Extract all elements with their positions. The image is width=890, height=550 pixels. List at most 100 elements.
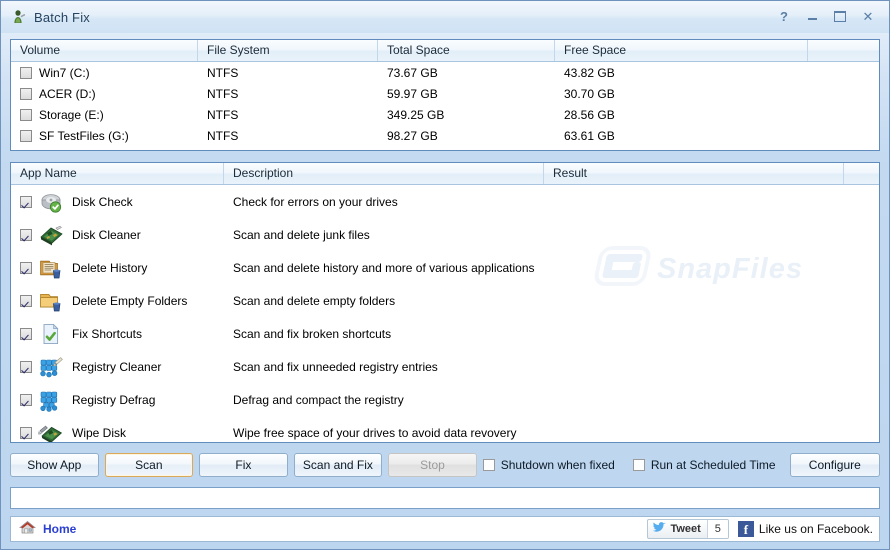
- volume-file-system-cell: NTFS: [207, 65, 239, 80]
- volume-row[interactable]: Win7 (C:) NTFS 73.67 GB 43.82 GB: [11, 62, 879, 83]
- fix-button[interactable]: Fix: [199, 453, 288, 477]
- volume-file-system-cell: NTFS: [207, 107, 239, 122]
- apps-panel: App Name Description Result Disk Check Ch…: [10, 162, 880, 443]
- column-header-file-system[interactable]: File System: [198, 40, 378, 61]
- volume-free-space-cell: 28.56 GB: [564, 107, 615, 122]
- hard-drive-check-icon: [38, 190, 64, 214]
- app-row[interactable]: Wipe Disk Wipe free space of your drives …: [11, 416, 879, 442]
- scan-button[interactable]: Scan: [104, 453, 194, 477]
- app-description-cell: Defrag and compact the registry: [233, 392, 404, 407]
- app-enabled-checkbox[interactable]: [20, 360, 32, 373]
- run-at-scheduled-time-checkbox[interactable]: [632, 459, 645, 471]
- volume-row[interactable]: SF TestFiles (G:) NTFS 98.27 GB 63.61 GB: [11, 125, 879, 146]
- app-description-cell: Scan and delete junk files: [233, 227, 370, 242]
- volume-name-cell: Win7 (C:): [11, 66, 198, 80]
- volume-checkbox[interactable]: [20, 66, 32, 79]
- app-name-label: Registry Cleaner: [72, 359, 162, 374]
- facebook-icon: f: [737, 521, 754, 537]
- help-button[interactable]: ?: [771, 5, 797, 27]
- house-icon: [19, 520, 36, 538]
- app-name-cell: Registry Cleaner: [11, 355, 224, 379]
- column-header-result[interactable]: Result: [544, 163, 844, 184]
- app-row[interactable]: Delete Empty Folders Scan and delete empt…: [11, 284, 879, 317]
- app-row[interactable]: Disk Check Check for errors on your drive…: [11, 185, 879, 218]
- minimize-button[interactable]: [799, 5, 825, 27]
- app-name-cell: Wipe Disk: [11, 421, 224, 442]
- shutdown-when-fixed-label: Shutdown when fixed: [500, 458, 615, 472]
- volume-name-cell: Storage (E:): [11, 108, 198, 122]
- volume-name-label: ACER (D:): [39, 86, 96, 101]
- column-header-app-name[interactable]: App Name: [11, 163, 224, 184]
- app-enabled-checkbox[interactable]: [20, 228, 32, 241]
- app-row[interactable]: Registry Cleaner Scan and fix unneeded re…: [11, 350, 879, 383]
- tweet-count-badge[interactable]: 5: [706, 520, 728, 538]
- app-row[interactable]: Registry Defrag Defrag and compact the re…: [11, 383, 879, 416]
- show-app-button[interactable]: Show App: [10, 453, 99, 477]
- tweet-button-main[interactable]: Tweet: [648, 520, 706, 538]
- run-at-scheduled-time-option[interactable]: Run at Scheduled Time: [632, 458, 776, 472]
- volume-checkbox[interactable]: [20, 129, 32, 142]
- app-description-cell: Scan and delete history and more of vari…: [233, 260, 535, 275]
- empty-folder-icon: [38, 289, 64, 313]
- volume-total-space-cell: 98.27 GB: [387, 128, 438, 143]
- volume-name-label: Storage (E:): [39, 107, 104, 122]
- app-row[interactable]: Delete History Scan and delete history an…: [11, 251, 879, 284]
- registry-blocks-brush-icon: [38, 355, 64, 379]
- volume-name-label: Win7 (C:): [39, 65, 90, 80]
- tweet-button[interactable]: Tweet 5: [647, 519, 729, 539]
- action-button-bar: Show App Scan Fix Scan and Fix Stop Shut…: [10, 450, 881, 480]
- facebook-like-link[interactable]: f Like us on Facebook.: [737, 521, 873, 537]
- app-name-cell: Delete Empty Folders: [11, 289, 224, 313]
- maximize-button[interactable]: [827, 5, 853, 27]
- app-enabled-checkbox[interactable]: [20, 426, 32, 439]
- app-description-cell: Scan and delete empty folders: [233, 293, 396, 308]
- app-name-cell: Registry Defrag: [11, 388, 224, 412]
- footer-bar: Home Tweet 5 f Like us on Facebook.: [10, 516, 880, 542]
- app-enabled-checkbox[interactable]: [20, 195, 32, 208]
- column-header-volume[interactable]: Volume: [11, 40, 198, 61]
- volume-name-cell: ACER (D:): [11, 87, 198, 101]
- volume-checkbox[interactable]: [20, 87, 32, 100]
- app-name-label: Delete History: [72, 260, 148, 275]
- column-header-volume-spacer[interactable]: [808, 40, 879, 61]
- facebook-like-label: Like us on Facebook.: [758, 522, 873, 536]
- app-name-label: Registry Defrag: [72, 392, 156, 407]
- close-button[interactable]: ✕: [855, 5, 881, 27]
- home-link-label: Home: [43, 522, 77, 536]
- window-controls: ? ✕: [771, 5, 881, 27]
- app-row[interactable]: Disk Cleaner Scan and delete junk files: [11, 218, 879, 251]
- app-enabled-checkbox[interactable]: [20, 261, 32, 274]
- app-row[interactable]: Fix Shortcuts Scan and fix broken shortcu…: [11, 317, 879, 350]
- scan-and-fix-button[interactable]: Scan and Fix: [293, 453, 383, 477]
- app-name-label: Wipe Disk: [72, 425, 127, 440]
- registry-blocks-icon: [38, 388, 64, 412]
- app-name-label: Fix Shortcuts: [72, 326, 143, 341]
- home-link[interactable]: Home: [15, 520, 76, 538]
- volume-free-space-cell: 30.70 GB: [564, 86, 615, 101]
- shutdown-when-fixed-option[interactable]: Shutdown when fixed: [482, 458, 615, 472]
- wipe-disk-icon: [38, 421, 64, 442]
- run-at-scheduled-time-label: Run at Scheduled Time: [650, 458, 776, 472]
- app-enabled-checkbox[interactable]: [20, 294, 32, 307]
- volume-free-space-cell: 63.61 GB: [564, 128, 615, 143]
- stop-button: Stop: [388, 453, 477, 477]
- app-description-cell: Scan and fix broken shortcuts: [233, 326, 392, 341]
- app-enabled-checkbox[interactable]: [20, 393, 32, 406]
- app-name-cell: Fix Shortcuts: [11, 322, 224, 346]
- shutdown-when-fixed-checkbox[interactable]: [482, 459, 495, 471]
- app-name-label: Disk Check: [72, 194, 133, 209]
- column-header-free-space[interactable]: Free Space: [555, 40, 808, 61]
- volume-checkbox[interactable]: [20, 108, 32, 121]
- app-enabled-checkbox[interactable]: [20, 327, 32, 340]
- column-header-apps-spacer[interactable]: [844, 163, 879, 184]
- volume-total-space-cell: 73.67 GB: [387, 65, 438, 80]
- column-header-total-space[interactable]: Total Space: [378, 40, 555, 61]
- volumes-table-header: Volume File System Total Space Free Spac…: [11, 40, 879, 62]
- app-name-cell: Disk Cleaner: [11, 223, 224, 247]
- column-header-description[interactable]: Description: [224, 163, 544, 184]
- volume-row[interactable]: ACER (D:) NTFS 59.97 GB 30.70 GB: [11, 83, 879, 104]
- configure-button[interactable]: Configure: [789, 453, 881, 477]
- circuit-board-icon: [38, 223, 64, 247]
- volume-name-cell: SF TestFiles (G:): [11, 129, 198, 143]
- volume-row[interactable]: Storage (E:) NTFS 349.25 GB 28.56 GB: [11, 104, 879, 125]
